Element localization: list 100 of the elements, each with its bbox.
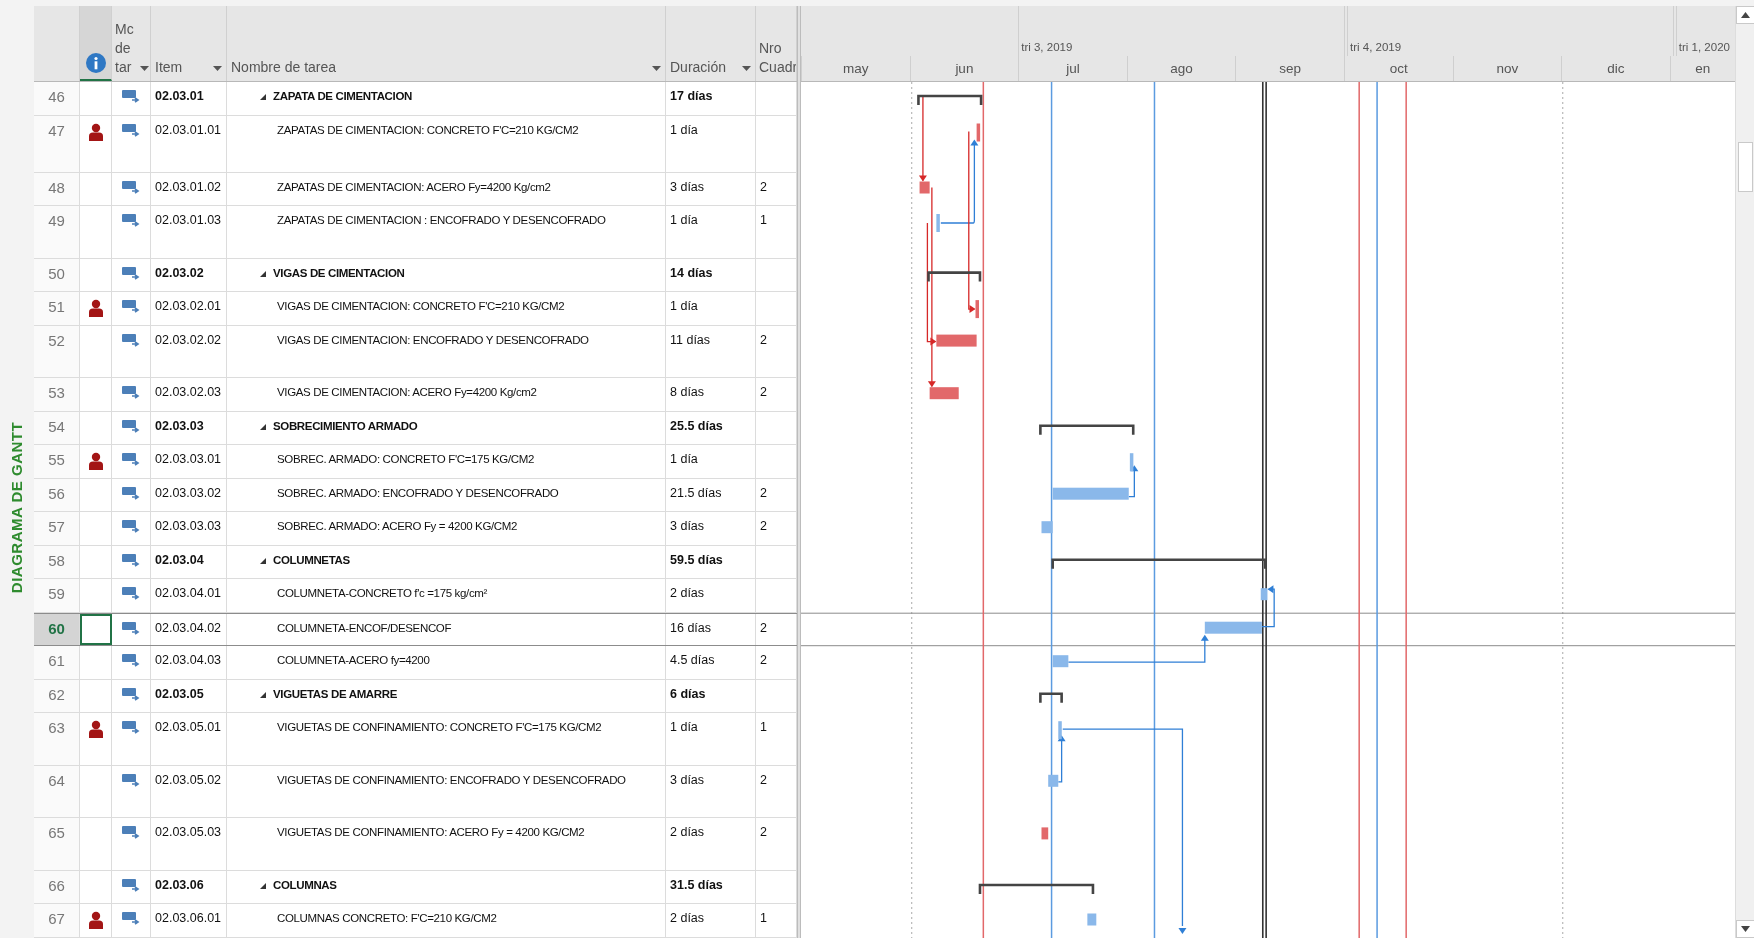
task-duration: 25.5 días [670, 418, 723, 435]
task-mode-icon [122, 419, 140, 434]
task-bar[interactable] [936, 334, 977, 347]
task-bar[interactable] [1041, 827, 1049, 840]
task-mode-icon [122, 553, 140, 568]
task-duration: 1 día [670, 213, 698, 229]
task-duration: 2 días [670, 911, 705, 928]
milestone-marker[interactable] [976, 123, 981, 142]
row-number[interactable]: 48 [34, 172, 80, 205]
link-arrow [1128, 465, 1139, 498]
column-header[interactable]: Nro Cuadr [759, 39, 796, 77]
scroll-down-button[interactable] [1736, 920, 1754, 938]
task-duration: 1 día [670, 452, 698, 468]
row-number[interactable]: 47 [34, 115, 80, 172]
column-header[interactable]: Nombre de tarea [231, 58, 337, 77]
collapse-icon[interactable] [259, 556, 267, 565]
task-name: ZAPATAS DE CIMENTACION : ENCOFRADO Y DESENCOFRADO [277, 213, 606, 228]
task-name: COLUMNETA-ENCOF/DESENCOF [277, 620, 452, 636]
item-code: 02.03.05 [155, 686, 204, 703]
collapse-icon[interactable] [259, 422, 267, 431]
row-number[interactable]: 50 [34, 258, 80, 292]
column-header[interactable]: Mc de tar [115, 20, 134, 77]
task-duration: 6 días [670, 686, 706, 703]
table-cell: 2 [760, 332, 767, 349]
item-code: 02.03.03 [155, 418, 204, 435]
scroll-up-button[interactable] [1736, 6, 1754, 24]
item-code: 02.03.04.01 [155, 586, 222, 602]
milestone-marker[interactable] [1129, 453, 1134, 472]
row-number[interactable]: 67 [34, 904, 80, 937]
row-number[interactable]: 61 [34, 646, 80, 679]
task-bar[interactable] [929, 387, 959, 400]
row-number[interactable]: 56 [34, 478, 80, 512]
collapse-icon[interactable] [259, 93, 267, 101]
row-number[interactable]: 63 [34, 713, 80, 765]
task-bar[interactable] [1041, 521, 1053, 534]
row-number[interactable]: 58 [34, 545, 80, 579]
row-number[interactable]: 66 [34, 870, 80, 904]
table-cell: 2 [760, 620, 767, 637]
row-number[interactable]: 65 [34, 818, 80, 870]
task-name: SOBREC. ARMADO: ACERO Fy = 4200 KG/CM2 [277, 519, 518, 534]
task-mode-icon [122, 333, 140, 348]
column-header[interactable]: Item [155, 58, 183, 77]
item-code: 02.03.01.02 [155, 179, 222, 196]
row-number[interactable]: 46 [34, 82, 80, 115]
task-bar[interactable] [1052, 487, 1129, 500]
task-name: ZAPATAS DE CIMENTACION: ACERO Fy=4200 Kg/cm2 [277, 179, 551, 194]
month-label: may [843, 61, 869, 76]
month-label: oct [1389, 61, 1408, 76]
filter-arrow-icon[interactable] [652, 66, 661, 72]
row-number[interactable]: 57 [34, 512, 80, 545]
table-cell: 2 [760, 519, 767, 535]
item-code: 02.03.05.03 [155, 825, 222, 841]
task-mode-icon [122, 773, 140, 788]
milestone-marker[interactable] [1058, 721, 1062, 740]
row-number[interactable]: 52 [34, 325, 80, 378]
task-bar[interactable] [919, 181, 930, 194]
quarter-label: tri 1, 2020 [1678, 41, 1730, 53]
task-bar[interactable] [1052, 655, 1069, 668]
task-bar[interactable] [1204, 621, 1262, 634]
row-number[interactable]: 54 [34, 411, 80, 445]
filter-arrow-icon[interactable] [742, 66, 751, 72]
link-arrow [1261, 585, 1275, 628]
item-code: 02.03.05.01 [155, 720, 222, 736]
item-code: 02.03.01.01 [155, 122, 222, 139]
collapse-icon[interactable] [259, 881, 267, 890]
task-name: COLUMNAS CONCRETO: F'C=210 KG/CM2 [277, 911, 497, 926]
collapse-icon[interactable] [259, 269, 267, 278]
task-duration: 59.5 días [670, 552, 723, 569]
task-mode-icon [122, 687, 140, 702]
task-bar[interactable] [1048, 774, 1059, 787]
down-arrow-icon [1741, 926, 1750, 932]
filter-arrow-icon[interactable] [213, 66, 222, 72]
month-label: jul [1066, 61, 1080, 76]
row-number[interactable]: 49 [34, 206, 80, 258]
collapse-icon[interactable] [259, 690, 267, 699]
task-name: VIGUETAS DE CONFINAMIENTO: CONCRETO F'C=175 KG/CM2 [277, 720, 602, 735]
row-number[interactable]: 53 [34, 378, 80, 411]
milestone-marker[interactable] [936, 214, 940, 232]
task-mode-icon [122, 912, 140, 927]
column-header[interactable]: Duración [670, 58, 727, 77]
task-bar[interactable] [1087, 913, 1097, 926]
scroll-thumb[interactable] [1738, 142, 1753, 192]
filter-arrow-icon[interactable] [140, 66, 149, 72]
milestone-marker[interactable] [975, 300, 979, 319]
row-number[interactable]: 55 [34, 445, 80, 478]
task-bar[interactable] [1260, 588, 1268, 601]
row-number[interactable]: 59 [34, 579, 80, 612]
task-name: VIGAS DE CIMENTACION: ENCOFRADO Y DESENCOFRADO [277, 332, 589, 347]
task-duration: 16 días [670, 620, 711, 637]
task-name: SOBREC. ARMADO: CONCRETO F'C=175 KG/CM2 [277, 452, 535, 467]
month-label: jun [955, 61, 974, 76]
table-cell: 2 [760, 653, 767, 669]
item-code: 02.03.02.03 [155, 385, 222, 401]
row-number[interactable]: 64 [34, 765, 80, 818]
row-number[interactable]: 51 [34, 292, 80, 325]
task-name: VIGUETAS DE AMARRE [273, 686, 398, 702]
table-cell: 2 [760, 772, 767, 789]
task-duration: 11 días [670, 332, 711, 349]
row-number[interactable]: 60 [34, 613, 80, 646]
row-number[interactable]: 62 [34, 679, 80, 713]
